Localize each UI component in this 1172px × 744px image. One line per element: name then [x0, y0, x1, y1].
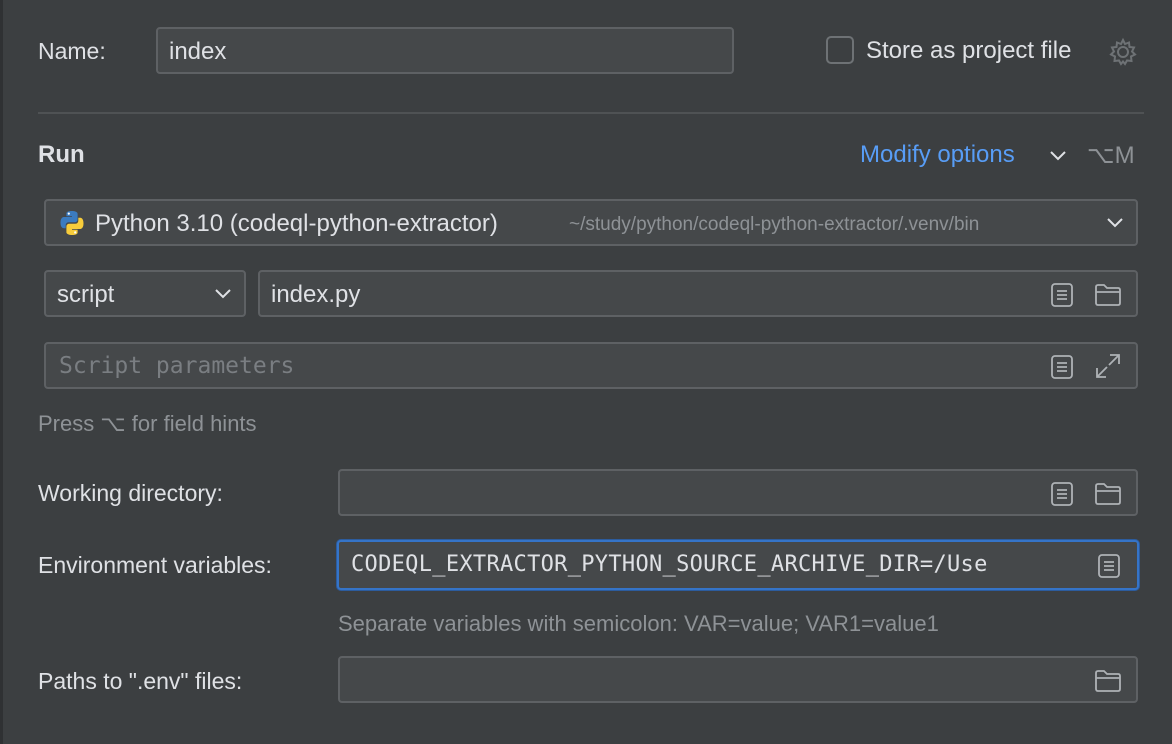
interpreter-select[interactable]: Python 3.10 (codeql-python-extractor) ~/… — [44, 199, 1138, 246]
script-parameters-field[interactable]: Script parameters — [44, 342, 1138, 389]
store-as-project-checkbox[interactable] — [826, 36, 854, 64]
working-directory-field[interactable] — [338, 469, 1138, 516]
name-label: Name: — [38, 38, 106, 64]
environment-variables-hint: Separate variables with semicolon: VAR=v… — [338, 611, 939, 636]
chevron-down-icon — [1103, 212, 1127, 234]
run-target-type-select[interactable]: script — [44, 270, 246, 317]
script-parameters-placeholder: Script parameters — [59, 353, 295, 379]
chevron-down-icon[interactable] — [1046, 145, 1070, 167]
store-as-project-label: Store as project file — [866, 37, 1072, 64]
folder-icon[interactable] — [1093, 281, 1123, 309]
env-files-label: Paths to ".env" files: — [38, 668, 243, 694]
working-directory-label: Working directory: — [38, 480, 223, 506]
modify-options-shortcut: ⌥M — [1087, 142, 1135, 169]
document-icon[interactable] — [1049, 281, 1075, 309]
script-path-value: index.py — [271, 281, 361, 308]
python-icon — [58, 209, 86, 237]
run-section-title: Run — [38, 141, 85, 168]
gear-icon[interactable] — [1107, 36, 1139, 68]
document-icon[interactable] — [1096, 552, 1122, 580]
folder-icon[interactable] — [1093, 480, 1123, 508]
field-hints-note: Press ⌥ for field hints — [38, 411, 257, 436]
chevron-down-icon — [211, 283, 235, 305]
script-path-field[interactable]: index.py — [258, 270, 1138, 317]
environment-variables-value: CODEQL_EXTRACTOR_PYTHON_SOURCE_ARCHIVE_D… — [351, 552, 988, 577]
document-icon[interactable] — [1049, 480, 1075, 508]
document-icon[interactable] — [1049, 353, 1075, 381]
env-files-field[interactable] — [338, 656, 1138, 703]
folder-icon[interactable] — [1093, 667, 1123, 695]
name-field[interactable]: index — [156, 27, 734, 74]
run-target-type-value: script — [57, 281, 115, 308]
window-edge — [0, 0, 3, 744]
environment-variables-field[interactable]: CODEQL_EXTRACTOR_PYTHON_SOURCE_ARCHIVE_D… — [337, 540, 1139, 590]
name-value: index — [169, 38, 227, 65]
modify-options-link[interactable]: Modify options — [860, 141, 1015, 169]
expand-icon[interactable] — [1093, 351, 1123, 381]
environment-variables-label: Environment variables: — [38, 552, 272, 578]
section-divider — [38, 112, 1144, 114]
interpreter-path: ~/study/python/codeql-python-extractor/.… — [569, 214, 980, 235]
interpreter-name: Python 3.10 (codeql-python-extractor) — [95, 210, 498, 237]
